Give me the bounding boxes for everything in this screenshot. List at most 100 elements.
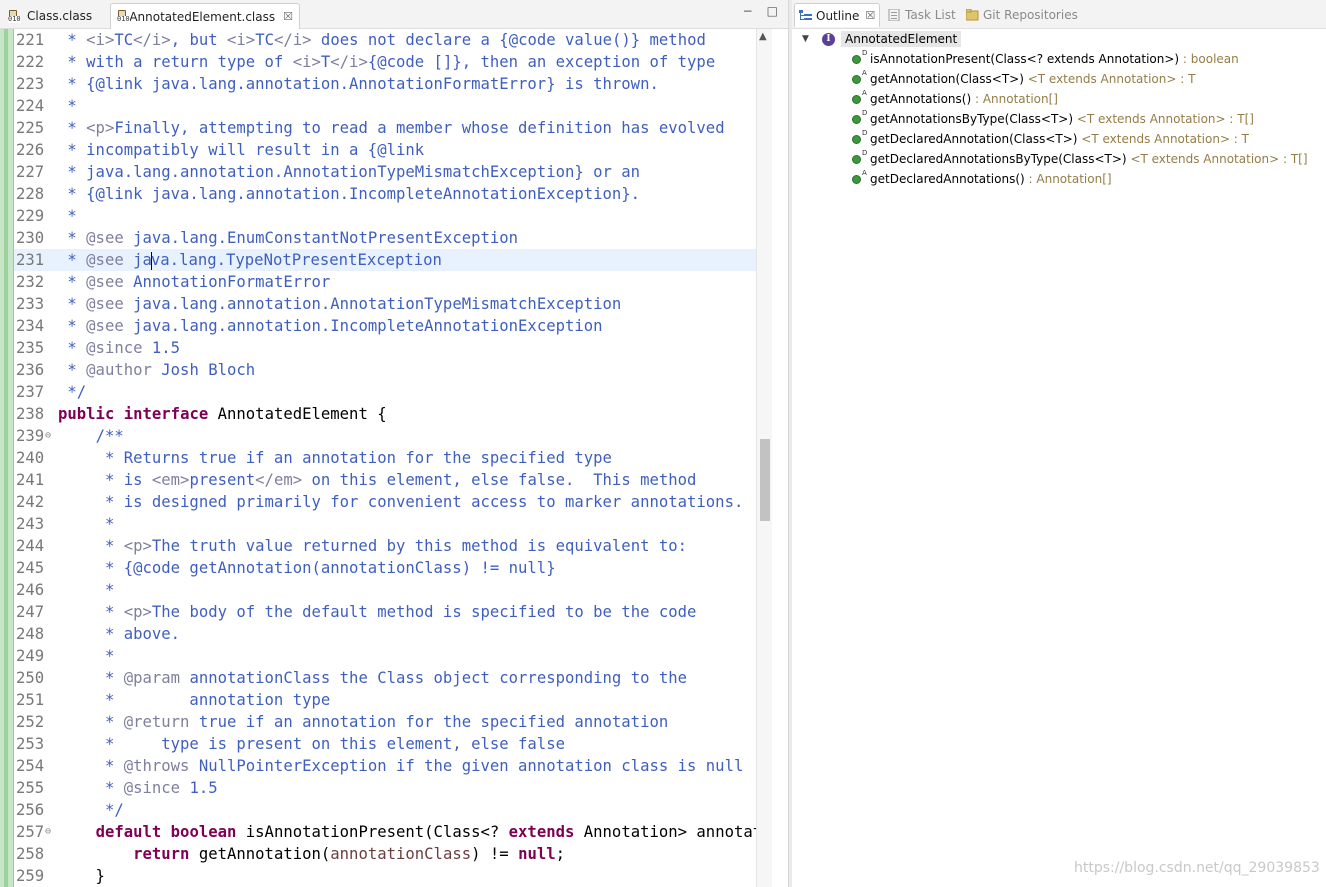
code-line[interactable]: 232 * @see AnnotationFormatError xyxy=(14,271,756,293)
code-editor[interactable]: 221 * <i>TC</i>, but <i>TC</i> does not … xyxy=(0,29,756,887)
code-line[interactable]: 245 * {@code getAnnotation(annotationCla… xyxy=(14,557,756,579)
code-line[interactable]: 239 ⊖ /** xyxy=(14,425,756,447)
code-token: public xyxy=(58,405,115,423)
code-token: * with a return type of xyxy=(58,53,293,71)
code-token: /** xyxy=(95,427,124,445)
code-line[interactable]: 257 ⊖ default boolean isAnnotationPresent… xyxy=(14,821,756,843)
outline-method-item[interactable]: DisAnnotationPresent(Class<? extends Ann… xyxy=(852,49,1239,69)
code-line[interactable]: 253 * type is present on this element, e… xyxy=(14,733,756,755)
scroll-up-icon[interactable]: ▲ xyxy=(759,31,767,42)
close-icon[interactable]: ☒ xyxy=(283,10,293,23)
line-number: 232 xyxy=(16,273,45,291)
code-token: <i> xyxy=(227,31,256,49)
tab-outline[interactable]: Outline ☒ xyxy=(794,3,880,27)
code-line[interactable]: 246 * xyxy=(14,579,756,601)
code-line[interactable]: 252 * @return true if an annotation for … xyxy=(14,711,756,733)
tab-label: AnnotatedElement.class xyxy=(129,9,276,24)
code-line[interactable]: 221 * <i>TC</i>, but <i>TC</i> does not … xyxy=(14,29,756,51)
code-line[interactable]: 241 * is <em>present</em> on this elemen… xyxy=(14,469,756,491)
code-line[interactable]: 237 */ xyxy=(14,381,756,403)
line-number: 234 xyxy=(16,317,45,335)
code-line[interactable]: 247 * <p>The body of the default method … xyxy=(14,601,756,623)
tab-class-class[interactable]: 010 Class.class xyxy=(2,3,106,29)
code-line[interactable]: 226 * incompatibly will result in a {@li… xyxy=(14,139,756,161)
class-file-icon: 010 xyxy=(8,9,23,23)
code-line[interactable]: 223 * {@link java.lang.annotation.Annota… xyxy=(14,73,756,95)
code-line[interactable]: 234 * @see java.lang.annotation.Incomple… xyxy=(14,315,756,337)
code-line[interactable]: 244 * <p>The truth value returned by thi… xyxy=(14,535,756,557)
code-token: * {@link java.lang.annotation.Annotation… xyxy=(58,75,659,93)
code-line[interactable]: 249 * xyxy=(14,645,756,667)
code-line[interactable]: 242 * is designed primarily for convenie… xyxy=(14,491,756,513)
code-text: * xyxy=(58,205,76,227)
code-line[interactable]: 251 * annotation type xyxy=(14,689,756,711)
scrollbar-thumb[interactable] xyxy=(760,439,770,521)
code-line[interactable]: 248 * above. xyxy=(14,623,756,645)
line-number: 238 xyxy=(16,405,45,423)
public-method-icon xyxy=(852,174,861,184)
code-line[interactable]: 227 * java.lang.annotation.AnnotationTyp… xyxy=(14,161,756,183)
code-token: isAnnotationPresent(Class<? xyxy=(236,823,509,841)
code-line[interactable]: 236 * @author Josh Bloch xyxy=(14,359,756,381)
code-line[interactable]: 225 * <p>Finally, attempting to read a m… xyxy=(14,117,756,139)
outline-method-item[interactable]: DgetDeclaredAnnotation(Class<T>) <T exte… xyxy=(852,129,1249,149)
code-line-current[interactable]: 231 * @see java.lang.TypeNotPresentExcep… xyxy=(14,249,756,271)
code-text: */ xyxy=(58,799,124,821)
code-line[interactable]: 259 } xyxy=(14,865,756,887)
code-token: */ xyxy=(58,801,124,819)
outline-method-item[interactable]: DgetDeclaredAnnotationsByType(Class<T>) … xyxy=(852,149,1308,169)
method-signature: getAnnotation(Class<T>) xyxy=(870,72,1024,86)
code-token: * is designed primarily for convenient a… xyxy=(58,493,744,511)
code-line[interactable]: 222 * with a return type of <i>T</i>{@co… xyxy=(14,51,756,73)
outline-method-item[interactable]: AgetAnnotations() : Annotation[] xyxy=(852,89,1058,109)
code-line[interactable]: 228 * {@link java.lang.annotation.Incomp… xyxy=(14,183,756,205)
outline-root-label: AnnotatedElement xyxy=(841,31,962,47)
outline-method-item[interactable]: AgetAnnotation(Class<T>) <T extends Anno… xyxy=(852,69,1195,89)
line-number: 230 xyxy=(16,229,45,247)
code-line[interactable]: 258 return getAnnotation(annotationClass… xyxy=(14,843,756,865)
outline-method-item[interactable]: AgetDeclaredAnnotations() : Annotation[] xyxy=(852,169,1112,189)
code-line[interactable]: 233 * @see java.lang.annotation.Annotati… xyxy=(14,293,756,315)
code-token: * xyxy=(58,515,115,533)
maximize-icon[interactable]: □ xyxy=(767,4,778,18)
outline-method-item[interactable]: DgetAnnotationsByType(Class<T>) <T exten… xyxy=(852,109,1254,129)
code-line[interactable]: 230 * @see java.lang.EnumConstantNotPres… xyxy=(14,227,756,249)
code-line[interactable]: 243 * xyxy=(14,513,756,535)
tab-task-list[interactable]: Task List xyxy=(888,3,956,27)
code-line[interactable]: 235 * @since 1.5 xyxy=(14,337,756,359)
minimize-icon[interactable]: − xyxy=(743,4,753,18)
code-line[interactable]: 229 * xyxy=(14,205,756,227)
code-text: * java.lang.annotation.AnnotationTypeMis… xyxy=(58,161,640,183)
code-token: </i> xyxy=(133,31,171,49)
chevron-down-icon[interactable]: ▼ xyxy=(802,34,816,44)
code-text: * is <em>present</em> on this element, e… xyxy=(58,469,697,491)
outline-root-node[interactable]: ▼ I AnnotatedElement xyxy=(802,29,962,49)
fold-collapse-icon[interactable]: ⊖ xyxy=(45,821,51,843)
code-text: /** xyxy=(58,425,124,447)
code-line[interactable]: 255 * @since 1.5 xyxy=(14,777,756,799)
code-line[interactable]: 256 */ xyxy=(14,799,756,821)
code-line[interactable]: 224 * xyxy=(14,95,756,117)
fold-collapse-icon[interactable]: ⊖ xyxy=(45,425,51,447)
code-token: , but xyxy=(170,31,228,49)
code-token: * xyxy=(58,757,124,775)
close-icon[interactable]: ☒ xyxy=(865,9,875,22)
code-line[interactable]: 238 public interface AnnotatedElement { xyxy=(14,403,756,425)
method-signature: isAnnotationPresent(Class<? extends Anno… xyxy=(870,52,1180,66)
code-line[interactable]: 254 * @throws NullPointerException if th… xyxy=(14,755,756,777)
editor-vertical-scrollbar[interactable]: ▲ xyxy=(756,29,772,887)
tab-annotated-element-class[interactable]: 010 AnnotatedElement.class ☒ xyxy=(110,3,300,29)
tab-git-repositories[interactable]: Git Repositories xyxy=(966,3,1078,27)
tab-label: Git Repositories xyxy=(983,8,1078,22)
method-return-type: <T extends Annotation> : T xyxy=(1077,132,1249,146)
tab-label: Outline xyxy=(816,8,860,23)
code-line[interactable]: 240 * Returns true if an annotation for … xyxy=(14,447,756,469)
code-token: annotationClass xyxy=(330,845,472,863)
code-token: * type is present on this element, else … xyxy=(58,735,565,753)
line-number: 256 xyxy=(16,801,45,819)
code-token: Finally, attempting to read a member who… xyxy=(114,119,725,137)
method-signature: getAnnotationsByType(Class<T>) xyxy=(870,112,1074,126)
code-line[interactable]: 250 * @param annotationClass the Class o… xyxy=(14,667,756,689)
code-token: * xyxy=(58,779,124,797)
